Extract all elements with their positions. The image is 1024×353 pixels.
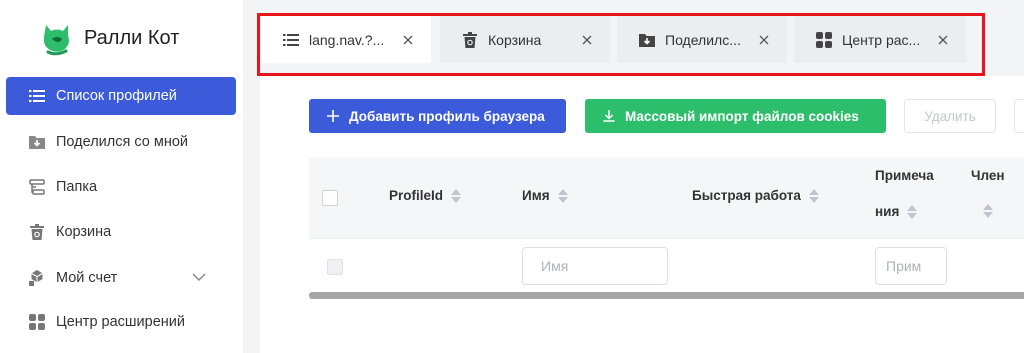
tab-label: Корзина — [488, 31, 542, 48]
select-all-checkbox[interactable] — [322, 190, 338, 206]
sidebar-item-label: Корзина — [56, 224, 112, 240]
tab-label: Поделилс... — [665, 31, 741, 48]
tab-label: Центр рас... — [842, 31, 921, 48]
app-name: Ралли Кот — [84, 26, 180, 49]
plus-icon — [325, 108, 341, 124]
main-content: Добавить профиль браузера Массовый импор… — [260, 76, 1024, 353]
column-header-member[interactable]: Член — [971, 168, 1005, 183]
sidebar-item-account[interactable]: Мой счет — [6, 259, 236, 297]
column-header-notes-line2[interactable]: ния — [875, 204, 918, 219]
sidebar-item-label: Поделился со мной — [56, 134, 189, 150]
import-cookies-label: Массовый импорт файлов cookies — [625, 108, 859, 124]
sort-icon[interactable] — [557, 188, 568, 203]
sort-icon[interactable] — [983, 204, 993, 218]
sort-icon[interactable] — [808, 188, 819, 203]
sidebar: Ралли Кот Список профилей Поделился со м… — [0, 0, 243, 353]
sidebar-item-trash[interactable]: Корзина — [6, 213, 236, 251]
column-header-notes-line1[interactable]: Примеча — [875, 168, 934, 183]
sidebar-item-label: Центр расширений — [56, 314, 185, 330]
close-icon[interactable] — [401, 33, 415, 47]
column-header-member-sort[interactable] — [983, 204, 993, 218]
trash-icon — [28, 223, 46, 241]
horizontal-scrollbar[interactable] — [309, 292, 1024, 299]
list-icon — [283, 32, 299, 48]
column-header-name[interactable]: Имя — [522, 188, 568, 203]
more-button[interactable] — [1014, 99, 1024, 133]
folder-download-icon — [28, 133, 46, 151]
chevron-down-icon[interactable] — [192, 270, 206, 284]
tab-profiles[interactable]: lang.nav.?... — [261, 16, 431, 63]
close-icon[interactable] — [936, 33, 950, 47]
sidebar-item-folder[interactable]: Папка — [6, 168, 236, 206]
cubes-icon — [28, 269, 46, 287]
delete-button[interactable]: Удалить — [904, 99, 996, 133]
tab-trash[interactable]: Корзина — [440, 16, 610, 63]
table-header: ProfileId Имя Быстрая работа Примеча ния… — [309, 158, 1024, 238]
sidebar-item-label: Мой счет — [56, 270, 118, 286]
delete-label: Удалить — [924, 108, 976, 124]
sidebar-item-extensions[interactable]: Центр расширений — [6, 303, 236, 341]
import-cookies-button[interactable]: Массовый импорт файлов cookies — [585, 99, 886, 133]
grid-icon — [816, 31, 832, 48]
name-filter-input[interactable] — [522, 247, 668, 285]
sidebar-item-label: Папка — [56, 179, 98, 195]
app-logo[interactable]: Ралли Кот — [38, 19, 179, 57]
folder-tree-icon — [28, 178, 46, 196]
sidebar-item-profiles[interactable]: Список профилей — [6, 77, 236, 115]
filter-row — [309, 238, 1024, 293]
folder-download-icon — [639, 32, 655, 48]
note-filter-input[interactable] — [875, 247, 947, 285]
download-icon — [601, 108, 617, 124]
add-profile-label: Добавить профиль браузера — [349, 108, 545, 124]
close-icon[interactable] — [757, 33, 771, 47]
column-header-quick-work[interactable]: Быстрая работа — [692, 188, 819, 203]
sidebar-item-shared[interactable]: Поделился со мной — [6, 123, 236, 161]
sidebar-item-label: Список профилей — [56, 88, 177, 104]
column-header-profileid[interactable]: ProfileId — [389, 188, 462, 203]
tab-extensions[interactable]: Центр рас... — [794, 16, 966, 63]
close-icon[interactable] — [580, 33, 594, 47]
tab-shared[interactable]: Поделилс... — [617, 16, 787, 63]
sort-icon[interactable] — [907, 204, 918, 219]
tab-label: lang.nav.?... — [309, 31, 385, 48]
cat-logo-icon — [43, 25, 69, 56]
sort-icon[interactable] — [451, 188, 462, 203]
trash-icon — [462, 31, 478, 48]
grid-icon — [28, 313, 46, 331]
filter-checkbox[interactable] — [327, 259, 343, 275]
list-icon — [28, 87, 46, 105]
add-profile-button[interactable]: Добавить профиль браузера — [309, 99, 566, 133]
